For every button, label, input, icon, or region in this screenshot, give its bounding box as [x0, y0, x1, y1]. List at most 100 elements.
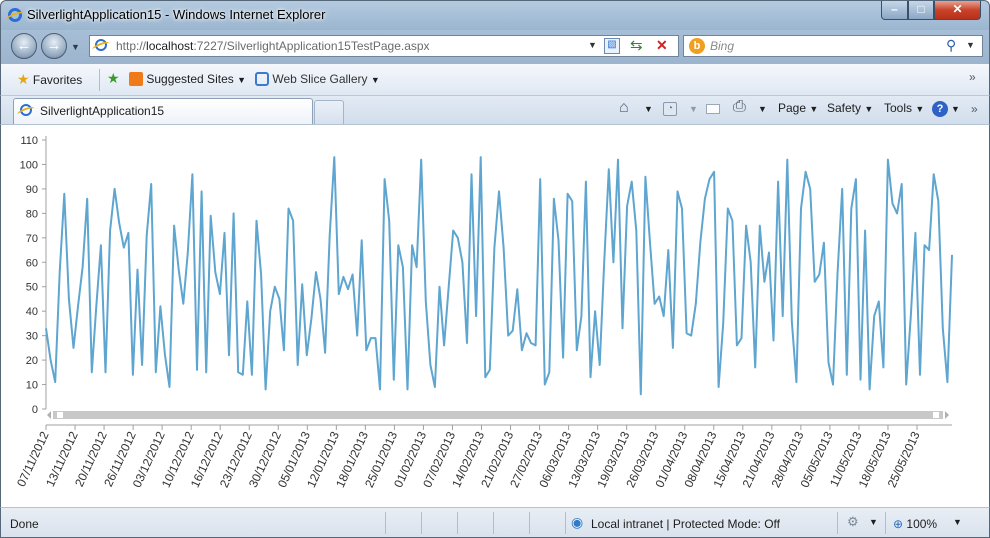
tab-silverlight[interactable]: SilverlightApplication15: [13, 98, 313, 124]
address-bar[interactable]: http://localhost:7227/SilverlightApplica…: [89, 35, 679, 57]
favorites-bar: ★ Favorites ★ Suggested Sites ▼ Web Slic…: [0, 64, 990, 96]
y-tick-label: 30: [26, 331, 38, 343]
chevron-down-icon: ▼: [237, 75, 247, 85]
address-dropdown-icon[interactable]: ▼: [588, 40, 597, 50]
scrollbar-track[interactable]: [53, 411, 943, 419]
close-icon: ✕: [952, 2, 963, 16]
y-tick-label: 0: [32, 404, 38, 416]
page-menu[interactable]: Page ▼: [778, 101, 818, 115]
minimize-button[interactable]: –: [881, 1, 908, 20]
x-axis: 07/11/201213/11/201220/11/201226/11/2012…: [14, 424, 952, 490]
search-icon[interactable]: ⚲: [946, 37, 956, 54]
chevron-down-icon: ▼: [370, 75, 380, 85]
address-input[interactable]: http://localhost:7227/SilverlightApplica…: [116, 39, 430, 53]
chevron-down-icon: ▼: [915, 104, 925, 114]
web-slice-icon: [255, 72, 269, 86]
zoom-level: 100%: [906, 517, 938, 531]
scrollbar-right-handle[interactable]: [933, 412, 939, 418]
recent-pages-dropdown[interactable]: ▼: [71, 42, 80, 52]
scroll-left-arrow-icon[interactable]: [47, 411, 51, 419]
scroll-right-arrow-icon[interactable]: [945, 411, 949, 419]
y-tick-label: 100: [20, 159, 38, 171]
rss-dropdown-icon[interactable]: ▼: [689, 104, 698, 114]
back-button[interactable]: ←: [11, 33, 37, 59]
url-path: :7227/SilverlightApplication15TestPage.a…: [193, 39, 430, 53]
toolbar-overflow-icon[interactable]: »: [971, 102, 978, 116]
back-arrow-icon: ←: [16, 37, 32, 54]
web-slice-button[interactable]: Web Slice Gallery ▼: [255, 72, 380, 86]
favorites-star-icon: ★: [17, 71, 30, 87]
home-icon[interactable]: ⌂: [619, 99, 629, 117]
compatibility-icon[interactable]: ▧: [604, 38, 620, 54]
zone-text[interactable]: Local intranet | Protected Mode: Off: [591, 517, 780, 531]
divider: [885, 512, 886, 534]
suggested-sites-label: Suggested Sites: [146, 72, 234, 86]
page-icon: [95, 39, 107, 51]
url-host: localhost: [146, 39, 194, 53]
zoom-icon: ⊕: [893, 517, 904, 531]
divider: [421, 512, 422, 534]
page-content: 0 10 20 30 40 50 60 70 80 90 100 110 07/11/2012 13/1…: [0, 124, 990, 507]
y-axis: 0 10 20 30 40 50 60 70 80 90 100 110: [20, 135, 47, 416]
zoom-dropdown-icon[interactable]: ▼: [953, 517, 962, 527]
home-dropdown-icon[interactable]: ▼: [644, 104, 653, 114]
maximize-button[interactable]: □: [908, 1, 934, 20]
divider: [565, 512, 566, 534]
chevron-down-icon: ▼: [71, 42, 80, 52]
print-icon[interactable]: ⎙: [733, 98, 746, 116]
safety-menu[interactable]: Safety ▼: [827, 101, 873, 115]
scrollbar-left-handle[interactable]: [57, 412, 63, 418]
favorites-label: Favorites: [32, 73, 83, 87]
ie-logo-icon: [8, 8, 22, 22]
status-text: Done: [10, 517, 39, 531]
y-tick-label: 70: [26, 233, 38, 245]
minimize-icon: –: [891, 2, 898, 16]
close-button[interactable]: ✕: [934, 1, 981, 20]
favorites-button[interactable]: ★ Favorites: [17, 71, 82, 88]
divider: [385, 512, 386, 534]
divider: [837, 512, 838, 534]
help-icon[interactable]: ?: [932, 101, 948, 117]
zoom-control[interactable]: ⊕ 100%: [893, 517, 937, 531]
tools-menu-label: Tools: [884, 101, 913, 115]
y-tick-label: 40: [26, 306, 38, 318]
chevron-down-icon: ▼: [809, 104, 819, 114]
protected-mode-dropdown-icon[interactable]: ▼: [869, 517, 878, 527]
chart-scrollbar[interactable]: [47, 411, 949, 419]
divider: [99, 69, 100, 91]
y-tick-label: 110: [20, 135, 38, 147]
new-tab-button[interactable]: [314, 100, 344, 124]
search-input[interactable]: Bing: [710, 39, 734, 53]
help-dropdown-icon[interactable]: ▼: [951, 104, 960, 114]
url-prefix: http://: [116, 39, 147, 53]
title-bar[interactable]: SilverlightApplication15 - Windows Inter…: [0, 0, 990, 30]
suggested-sites-button[interactable]: Suggested Sites ▼: [129, 72, 246, 86]
y-tick-label: 80: [26, 208, 38, 220]
mail-icon[interactable]: [706, 104, 720, 114]
tools-menu[interactable]: Tools ▼: [884, 101, 924, 115]
y-tick-label: 50: [26, 282, 38, 294]
maximize-icon: □: [917, 2, 925, 16]
print-dropdown-icon[interactable]: ▼: [758, 104, 767, 114]
protected-mode-icon[interactable]: ⚙: [847, 514, 859, 530]
ie-logo-icon: [20, 104, 32, 116]
search-options-icon[interactable]: ▼: [966, 40, 975, 50]
y-tick-label: 20: [26, 355, 38, 367]
toolbar-overflow-icon[interactable]: »: [969, 70, 976, 84]
navigation-bar: ← → ▼ http://localhost:7227/SilverlightA…: [0, 30, 990, 64]
y-tick-label: 90: [26, 184, 38, 196]
rss-icon[interactable]: ◔: [663, 102, 677, 116]
bing-icon: b: [689, 38, 705, 54]
refresh-icon[interactable]: ⇆: [630, 36, 643, 54]
add-favorites-icon[interactable]: ★: [107, 70, 120, 87]
globe-icon: ◉: [571, 514, 584, 530]
divider: [529, 512, 530, 534]
stop-icon[interactable]: ✕: [656, 37, 668, 54]
safety-menu-label: Safety: [827, 101, 862, 115]
suggested-sites-icon: [129, 72, 143, 86]
search-box[interactable]: b Bing ⚲ ▼: [683, 35, 983, 57]
page-menu-label: Page: [778, 101, 807, 115]
forward-button[interactable]: →: [41, 33, 67, 59]
series-line: [45, 156, 953, 396]
status-bar: Done ◉ Local intranet | Protected Mode: …: [0, 507, 990, 538]
